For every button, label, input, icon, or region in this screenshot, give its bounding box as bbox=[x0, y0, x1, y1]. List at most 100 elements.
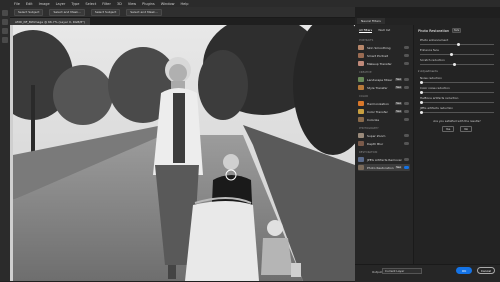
move-tool-icon[interactable] bbox=[2, 10, 8, 16]
filter-item[interactable]: Smart Portrait bbox=[358, 52, 410, 59]
filter-item[interactable]: Depth Blur bbox=[358, 140, 410, 147]
filter-toggle[interactable] bbox=[404, 158, 409, 161]
slider-knob[interactable] bbox=[453, 62, 457, 66]
filter-item[interactable]: Super Zoom bbox=[358, 132, 410, 139]
filter-category-label: CREATIVE bbox=[359, 71, 372, 74]
filter-item[interactable]: Landscape Mixer New bbox=[358, 76, 410, 83]
slider-knob[interactable] bbox=[420, 110, 423, 114]
slider-knob[interactable] bbox=[420, 100, 423, 104]
new-badge: New bbox=[395, 102, 402, 105]
filter-toggle[interactable] bbox=[404, 134, 409, 137]
feedback-buttons: Yes No bbox=[414, 126, 500, 132]
slider-row: JPEG artifacts reduction bbox=[414, 104, 500, 114]
slider-track[interactable] bbox=[420, 62, 494, 66]
new-badge: New bbox=[395, 110, 402, 113]
filter-thumbnail bbox=[358, 133, 364, 138]
ok-button[interactable]: OK bbox=[456, 267, 472, 274]
beta-badge: Beta bbox=[452, 28, 462, 33]
slider-label: Noise reduction bbox=[420, 76, 442, 80]
filter-toggle[interactable] bbox=[404, 46, 409, 49]
filter-toggle[interactable] bbox=[404, 62, 409, 65]
output-select[interactable]: Current Layer bbox=[382, 268, 422, 274]
menu-item[interactable]: 3D bbox=[117, 2, 122, 6]
filter-toggle[interactable] bbox=[404, 78, 409, 81]
filter-thumbnail bbox=[358, 45, 364, 50]
slider-track[interactable] bbox=[420, 52, 494, 56]
menu-item[interactable]: Window bbox=[161, 2, 175, 6]
filter-item-label: Harmonization bbox=[367, 101, 389, 106]
options-bar: Select Subject Select and Mask... Select S… bbox=[0, 7, 355, 18]
filter-thumbnail bbox=[358, 141, 364, 146]
output-label: Output bbox=[372, 270, 382, 274]
slider-row: Photo enhancement bbox=[414, 36, 500, 46]
filter-item[interactable]: Color Transfer New bbox=[358, 108, 410, 115]
filter-tab[interactable]: All filters bbox=[359, 28, 373, 33]
filter-item-label: Makeup Transfer bbox=[367, 61, 392, 66]
filter-toggle[interactable] bbox=[404, 54, 409, 57]
slider-knob[interactable] bbox=[420, 80, 423, 84]
options-button[interactable]: Select and Mask... bbox=[49, 8, 85, 16]
menu-item[interactable]: Select bbox=[85, 2, 96, 6]
slider-label: JPEG artifacts reduction bbox=[420, 106, 454, 110]
adjustments-section[interactable]: ▾ Adjustments bbox=[414, 66, 500, 74]
filter-thumbnail bbox=[358, 53, 364, 58]
filter-toggle[interactable] bbox=[404, 142, 409, 145]
slider-track[interactable] bbox=[420, 90, 494, 94]
filter-item-label: JPEG Artifacts Removal bbox=[367, 157, 402, 162]
filter-item[interactable]: JPEG Artifacts Removal bbox=[358, 156, 410, 163]
document-tab[interactable]: AMD_NF_BWimage @ 66.7% (Layer 0, RGB/8*) bbox=[10, 18, 90, 25]
slider-label: Enhance face bbox=[420, 48, 439, 52]
slider-row: Enhance face bbox=[414, 46, 500, 56]
filter-tabs: All filters Wait list bbox=[355, 25, 413, 36]
menu-item[interactable]: Help bbox=[181, 2, 189, 6]
filter-item-label: Super Zoom bbox=[367, 133, 386, 138]
menu-item[interactable]: Filter bbox=[102, 2, 111, 6]
filter-list: All filters Wait list PORTRAITS Skin Smoot… bbox=[355, 25, 414, 270]
filter-item[interactable]: Skin Smoothing bbox=[358, 44, 410, 51]
slider-track[interactable] bbox=[420, 80, 494, 84]
filter-item-label: Landscape Mixer bbox=[367, 77, 393, 82]
menu-item[interactable]: Type bbox=[71, 2, 79, 6]
lasso-tool-icon[interactable] bbox=[2, 28, 8, 34]
menu-item[interactable]: Image bbox=[39, 2, 50, 6]
filter-toggle[interactable] bbox=[404, 110, 409, 113]
document-canvas[interactable] bbox=[10, 25, 355, 281]
slider-knob[interactable] bbox=[449, 52, 453, 56]
settings-header: Photo Restoration Beta bbox=[414, 25, 500, 36]
slider-row: Halftone artifacts reduction bbox=[414, 94, 500, 104]
filter-item[interactable]: Photo Restoration New bbox=[358, 164, 410, 171]
brush-tool-icon[interactable] bbox=[2, 37, 8, 43]
marquee-tool-icon[interactable] bbox=[2, 19, 8, 25]
menu-item[interactable]: Layer bbox=[56, 2, 66, 6]
filter-toggle[interactable] bbox=[404, 166, 409, 169]
filter-toggle[interactable] bbox=[404, 86, 409, 89]
filter-item[interactable]: Colorize bbox=[358, 116, 410, 123]
filter-item[interactable]: Style Transfer New bbox=[358, 84, 410, 91]
menu-item[interactable]: Edit bbox=[26, 2, 33, 6]
options-button[interactable]: Select Subject bbox=[90, 8, 121, 16]
filter-toggle[interactable] bbox=[404, 102, 409, 105]
cancel-button[interactable]: Cancel bbox=[477, 267, 495, 274]
menu-item[interactable]: File bbox=[14, 2, 20, 6]
filter-item-label: Color Transfer bbox=[367, 109, 388, 114]
slider-knob[interactable] bbox=[420, 90, 423, 94]
filter-thumbnail bbox=[358, 101, 364, 106]
no-button[interactable]: No bbox=[460, 126, 473, 132]
filter-item-label: Skin Smoothing bbox=[367, 45, 391, 50]
yes-button[interactable]: Yes bbox=[441, 126, 455, 132]
options-button[interactable]: Select and Mask... bbox=[126, 8, 162, 16]
slider-track[interactable] bbox=[420, 42, 494, 46]
options-button[interactable]: Select Subject bbox=[14, 8, 44, 16]
filter-item[interactable]: Harmonization New bbox=[358, 100, 410, 107]
filter-item-label: Depth Blur bbox=[367, 141, 384, 146]
menu-item[interactable]: Plugins bbox=[142, 2, 155, 6]
slider-track[interactable] bbox=[420, 110, 494, 114]
slider-track[interactable] bbox=[420, 100, 494, 104]
filter-toggle[interactable] bbox=[404, 118, 409, 121]
slider-knob[interactable] bbox=[457, 42, 460, 46]
feedback-question: Are you satisfied with the results? bbox=[433, 119, 481, 123]
new-badge: New bbox=[395, 78, 402, 81]
menu-item[interactable]: View bbox=[128, 2, 136, 6]
filter-item[interactable]: Makeup Transfer bbox=[358, 60, 410, 67]
filter-tab[interactable]: Wait list bbox=[378, 28, 390, 33]
